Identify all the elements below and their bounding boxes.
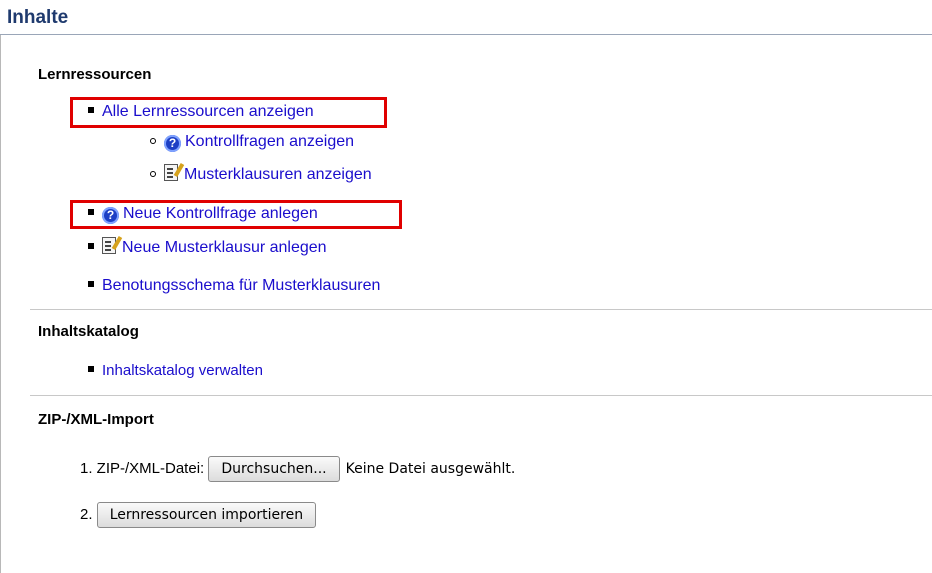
bullet: [150, 138, 156, 144]
link-inhaltskatalog-verwalten[interactable]: Inhaltskatalog verwalten: [102, 362, 263, 379]
import-step-1: 1. ZIP-/XML-Datei: Durchsuchen... Keine D…: [80, 456, 515, 482]
page-title: Inhalte: [7, 7, 69, 28]
document-icon: [102, 237, 116, 254]
section-title-inhaltskatalog: Inhaltskatalog: [38, 323, 139, 340]
left-border: [0, 35, 1, 573]
bullet: [88, 366, 94, 372]
browse-button[interactable]: Durchsuchen...: [208, 456, 340, 482]
link-neue-musterklausur[interactable]: Neue Musterklausur anlegen: [122, 239, 327, 256]
list-item-neue-musterklausur: Neue Musterklausur anlegen: [88, 237, 327, 258]
list-item-benotungsschema: Benotungsschema für Musterklausuren: [88, 276, 380, 296]
section-divider: [30, 395, 932, 396]
import-step-2: 2. Lernressourcen importieren: [80, 502, 317, 528]
file-status-text: Keine Datei ausgewählt.: [345, 461, 516, 477]
section-title-import: ZIP-/XML-Import: [38, 411, 154, 428]
link-kontrollfragen-anzeigen[interactable]: Kontrollfragen anzeigen: [185, 133, 354, 150]
list-item-inhaltskatalog-verwalten: Inhaltskatalog verwalten: [88, 361, 263, 381]
link-musterklausuren-anzeigen[interactable]: Musterklausuren anzeigen: [184, 166, 372, 183]
section-divider: [30, 309, 932, 310]
import-button[interactable]: Lernressourcen importieren: [96, 502, 317, 528]
bullet: [88, 243, 94, 249]
section-title-lernressourcen: Lernressourcen: [38, 66, 152, 83]
title-divider: [0, 34, 932, 35]
step1-label: 1. ZIP-/XML-Datei:: [80, 460, 205, 477]
highlight-box-neue-kontrollfrage: [70, 200, 402, 229]
bullet: [150, 171, 156, 177]
list-item-kontrollfragen: ? Kontrollfragen anzeigen: [150, 132, 354, 152]
list-item-musterklausuren: Musterklausuren anzeigen: [150, 164, 372, 185]
highlight-box-alle-lernressourcen: [70, 97, 387, 128]
link-benotungsschema[interactable]: Benotungsschema für Musterklausuren: [102, 277, 380, 294]
document-icon: [164, 164, 178, 181]
question-icon: ?: [164, 135, 181, 152]
bullet: [88, 281, 94, 287]
step2-label: 2.: [80, 506, 93, 523]
